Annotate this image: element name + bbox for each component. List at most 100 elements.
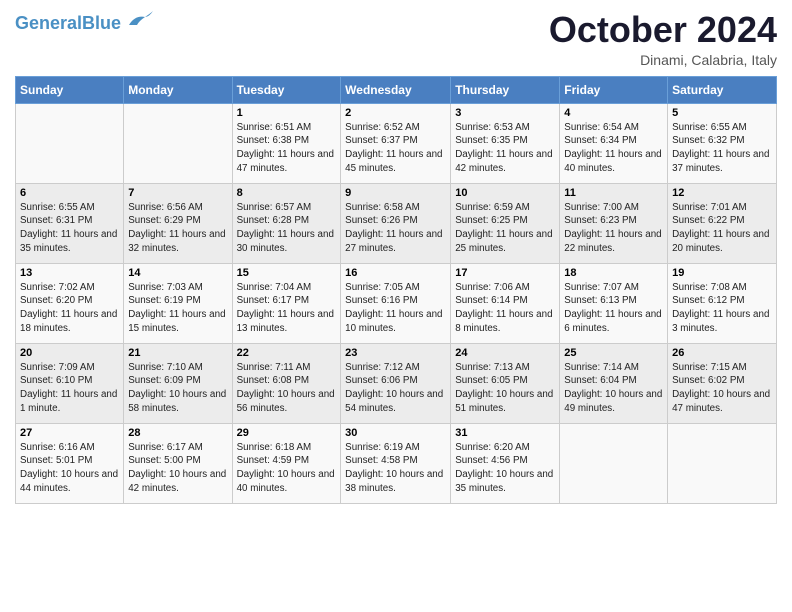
day-number: 14 bbox=[128, 267, 227, 279]
day-info: Sunrise: 7:13 AMSunset: 6:05 PMDaylight:… bbox=[455, 361, 555, 416]
day-cell: 7 Sunrise: 6:56 AMSunset: 6:29 PMDaylight… bbox=[124, 183, 232, 263]
day-number: 8 bbox=[237, 187, 337, 199]
day-info: Sunrise: 6:55 AMSunset: 6:32 PMDaylight:… bbox=[672, 121, 772, 176]
logo-text: GeneralBlue bbox=[15, 14, 121, 32]
day-info: Sunrise: 7:09 AMSunset: 6:10 PMDaylight:… bbox=[20, 361, 119, 416]
day-cell: 31 Sunrise: 6:20 AMSunset: 4:56 PMDayligh… bbox=[451, 423, 560, 503]
day-info: Sunrise: 6:18 AMSunset: 4:59 PMDaylight:… bbox=[237, 441, 337, 496]
day-cell: 25 Sunrise: 7:14 AMSunset: 6:04 PMDayligh… bbox=[560, 343, 668, 423]
day-number: 16 bbox=[345, 267, 446, 279]
day-info: Sunrise: 6:16 AMSunset: 5:01 PMDaylight:… bbox=[20, 441, 119, 496]
day-header-saturday: Saturday bbox=[668, 76, 777, 103]
day-number: 25 bbox=[564, 347, 663, 359]
calendar-table: SundayMondayTuesdayWednesdayThursdayFrid… bbox=[15, 76, 777, 504]
day-cell: 16Sunrise: 7:05 AMSunset: 6:16 PMDayligh… bbox=[341, 263, 451, 343]
day-cell: 28 Sunrise: 6:17 AMSunset: 5:00 PMDayligh… bbox=[124, 423, 232, 503]
day-cell: 30Sunrise: 6:19 AMSunset: 4:58 PMDayligh… bbox=[341, 423, 451, 503]
day-info: Sunrise: 7:14 AMSunset: 6:04 PMDaylight:… bbox=[564, 361, 663, 416]
day-cell bbox=[16, 103, 124, 183]
day-info: Sunrise: 7:03 AMSunset: 6:19 PMDaylight:… bbox=[128, 281, 227, 336]
day-number: 21 bbox=[128, 347, 227, 359]
day-cell: 17 Sunrise: 7:06 AMSunset: 6:14 PMDayligh… bbox=[451, 263, 560, 343]
header: GeneralBlue October 2024 Dinami, Calabri… bbox=[15, 10, 777, 68]
day-cell: 5 Sunrise: 6:55 AMSunset: 6:32 PMDaylight… bbox=[668, 103, 777, 183]
day-info: Sunrise: 6:19 AMSunset: 4:58 PMDaylight:… bbox=[345, 441, 446, 496]
day-header-friday: Friday bbox=[560, 76, 668, 103]
day-info: Sunrise: 6:52 AMSunset: 6:37 PMDaylight:… bbox=[345, 121, 446, 176]
day-number: 1 bbox=[237, 107, 337, 119]
day-info: Sunrise: 6:58 AMSunset: 6:26 PMDaylight:… bbox=[345, 201, 446, 256]
logo-general: General bbox=[15, 13, 82, 33]
week-row-5: 27 Sunrise: 6:16 AMSunset: 5:01 PMDayligh… bbox=[16, 423, 777, 503]
day-number: 28 bbox=[128, 427, 227, 439]
day-header-monday: Monday bbox=[124, 76, 232, 103]
day-info: Sunrise: 7:15 AMSunset: 6:02 PMDaylight:… bbox=[672, 361, 772, 416]
month-title: October 2024 bbox=[549, 10, 777, 50]
day-cell: 11 Sunrise: 7:00 AMSunset: 6:23 PMDayligh… bbox=[560, 183, 668, 263]
day-number: 12 bbox=[672, 187, 772, 199]
week-row-3: 13Sunrise: 7:02 AMSunset: 6:20 PMDayligh… bbox=[16, 263, 777, 343]
day-cell: 21 Sunrise: 7:10 AMSunset: 6:09 PMDayligh… bbox=[124, 343, 232, 423]
day-info: Sunrise: 7:04 AMSunset: 6:17 PMDaylight:… bbox=[237, 281, 337, 336]
day-info: Sunrise: 7:07 AMSunset: 6:13 PMDaylight:… bbox=[564, 281, 663, 336]
day-cell: 4Sunrise: 6:54 AMSunset: 6:34 PMDaylight… bbox=[560, 103, 668, 183]
week-row-4: 20 Sunrise: 7:09 AMSunset: 6:10 PMDayligh… bbox=[16, 343, 777, 423]
day-cell: 27 Sunrise: 6:16 AMSunset: 5:01 PMDayligh… bbox=[16, 423, 124, 503]
day-info: Sunrise: 6:51 AMSunset: 6:38 PMDaylight:… bbox=[237, 121, 337, 176]
day-cell: 15 Sunrise: 7:04 AMSunset: 6:17 PMDayligh… bbox=[232, 263, 341, 343]
day-info: Sunrise: 7:00 AMSunset: 6:23 PMDaylight:… bbox=[564, 201, 663, 256]
day-number: 31 bbox=[455, 427, 555, 439]
day-info: Sunrise: 7:08 AMSunset: 6:12 PMDaylight:… bbox=[672, 281, 772, 336]
day-cell: 23 Sunrise: 7:12 AMSunset: 6:06 PMDayligh… bbox=[341, 343, 451, 423]
day-number: 3 bbox=[455, 107, 555, 119]
day-info: Sunrise: 6:17 AMSunset: 5:00 PMDaylight:… bbox=[128, 441, 227, 496]
day-cell: 18Sunrise: 7:07 AMSunset: 6:13 PMDayligh… bbox=[560, 263, 668, 343]
day-number: 23 bbox=[345, 347, 446, 359]
day-cell: 13Sunrise: 7:02 AMSunset: 6:20 PMDayligh… bbox=[16, 263, 124, 343]
logo-bird-icon bbox=[125, 11, 153, 31]
day-info: Sunrise: 7:06 AMSunset: 6:14 PMDaylight:… bbox=[455, 281, 555, 336]
day-info: Sunrise: 6:57 AMSunset: 6:28 PMDaylight:… bbox=[237, 201, 337, 256]
day-cell: 12 Sunrise: 7:01 AMSunset: 6:22 PMDayligh… bbox=[668, 183, 777, 263]
day-number: 27 bbox=[20, 427, 119, 439]
day-number: 2 bbox=[345, 107, 446, 119]
day-number: 7 bbox=[128, 187, 227, 199]
day-info: Sunrise: 6:59 AMSunset: 6:25 PMDaylight:… bbox=[455, 201, 555, 256]
day-info: Sunrise: 7:10 AMSunset: 6:09 PMDaylight:… bbox=[128, 361, 227, 416]
day-info: Sunrise: 6:56 AMSunset: 6:29 PMDaylight:… bbox=[128, 201, 227, 256]
day-number: 11 bbox=[564, 187, 663, 199]
page: GeneralBlue October 2024 Dinami, Calabri… bbox=[0, 0, 792, 519]
day-number: 15 bbox=[237, 267, 337, 279]
day-header-wednesday: Wednesday bbox=[341, 76, 451, 103]
week-row-2: 6 Sunrise: 6:55 AMSunset: 6:31 PMDaylight… bbox=[16, 183, 777, 263]
day-cell bbox=[560, 423, 668, 503]
day-header-thursday: Thursday bbox=[451, 76, 560, 103]
day-cell: 8 Sunrise: 6:57 AMSunset: 6:28 PMDaylight… bbox=[232, 183, 341, 263]
day-header-sunday: Sunday bbox=[16, 76, 124, 103]
day-cell: 24Sunrise: 7:13 AMSunset: 6:05 PMDayligh… bbox=[451, 343, 560, 423]
day-info: Sunrise: 7:01 AMSunset: 6:22 PMDaylight:… bbox=[672, 201, 772, 256]
day-info: Sunrise: 7:11 AMSunset: 6:08 PMDaylight:… bbox=[237, 361, 337, 416]
day-number: 17 bbox=[455, 267, 555, 279]
day-info: Sunrise: 7:02 AMSunset: 6:20 PMDaylight:… bbox=[20, 281, 119, 336]
days-header-row: SundayMondayTuesdayWednesdayThursdayFrid… bbox=[16, 76, 777, 103]
day-info: Sunrise: 6:55 AMSunset: 6:31 PMDaylight:… bbox=[20, 201, 119, 256]
day-cell bbox=[668, 423, 777, 503]
day-cell: 22Sunrise: 7:11 AMSunset: 6:08 PMDayligh… bbox=[232, 343, 341, 423]
day-cell: 10 Sunrise: 6:59 AMSunset: 6:25 PMDayligh… bbox=[451, 183, 560, 263]
day-info: Sunrise: 6:54 AMSunset: 6:34 PMDaylight:… bbox=[564, 121, 663, 176]
day-number: 5 bbox=[672, 107, 772, 119]
week-row-1: 1 Sunrise: 6:51 AMSunset: 6:38 PMDaylight… bbox=[16, 103, 777, 183]
day-info: Sunrise: 6:20 AMSunset: 4:56 PMDaylight:… bbox=[455, 441, 555, 496]
day-number: 10 bbox=[455, 187, 555, 199]
day-cell: 2 Sunrise: 6:52 AMSunset: 6:37 PMDaylight… bbox=[341, 103, 451, 183]
day-number: 6 bbox=[20, 187, 119, 199]
day-cell: 14 Sunrise: 7:03 AMSunset: 6:19 PMDayligh… bbox=[124, 263, 232, 343]
day-info: Sunrise: 7:12 AMSunset: 6:06 PMDaylight:… bbox=[345, 361, 446, 416]
title-block: October 2024 Dinami, Calabria, Italy bbox=[549, 10, 777, 68]
day-number: 20 bbox=[20, 347, 119, 359]
logo-blue: Blue bbox=[82, 13, 121, 33]
day-cell: 20 Sunrise: 7:09 AMSunset: 6:10 PMDayligh… bbox=[16, 343, 124, 423]
day-cell: 19Sunrise: 7:08 AMSunset: 6:12 PMDayligh… bbox=[668, 263, 777, 343]
day-cell bbox=[124, 103, 232, 183]
